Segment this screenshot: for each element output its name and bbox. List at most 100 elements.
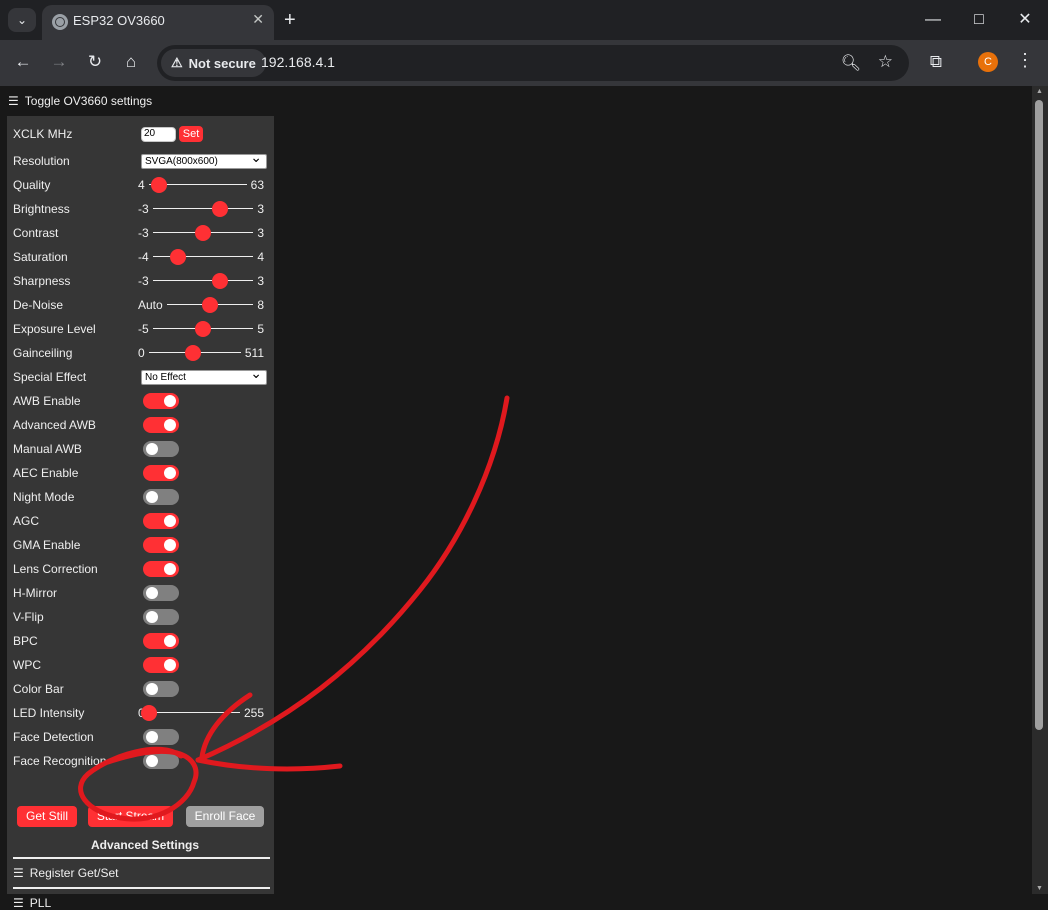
toggle-label: BPC — [13, 634, 38, 648]
toggle-switch[interactable] — [143, 561, 179, 577]
minimize-button[interactable]: — — [918, 8, 948, 32]
advanced-settings-heading: Advanced Settings — [91, 838, 200, 852]
toggle-label: AGC — [13, 514, 40, 528]
gainceiling-slider[interactable]: 0 511 — [138, 341, 264, 365]
brightness-thumb[interactable] — [211, 201, 228, 217]
toggle-switch[interactable] — [143, 393, 179, 409]
reload-icon[interactable]: ↻ — [83, 50, 107, 74]
exposure-slider[interactable]: -5 5 — [138, 317, 264, 341]
profile-avatar[interactable]: C — [978, 52, 998, 72]
page-scrollbar[interactable]: ▲ ▼ — [1032, 86, 1048, 894]
toggle-switch[interactable] — [143, 657, 179, 673]
home-icon[interactable]: ⌂ — [119, 50, 143, 74]
face-detection-label: Face Detection — [13, 730, 94, 744]
maximize-button[interactable]: □ — [964, 8, 994, 32]
menu-icon: ☰ — [8, 94, 19, 108]
resolution-select[interactable]: SVGA(800x600) — [141, 151, 267, 169]
toggle-label: Night Mode — [13, 490, 75, 504]
enroll-face-button[interactable]: Enroll Face — [186, 806, 264, 827]
security-chip[interactable]: ⚠ Not secure — [161, 49, 266, 77]
toggle-switch[interactable] — [143, 681, 179, 697]
denoise-slider[interactable]: Auto 8 — [138, 293, 264, 317]
toggle-switch[interactable] — [143, 585, 179, 601]
exposure-thumb[interactable] — [194, 321, 211, 337]
toggle-row: Lens Correction — [13, 557, 270, 581]
toggle-row: BPC — [13, 629, 270, 653]
toggle-row: Manual AWB — [13, 437, 270, 461]
toggle-switch[interactable] — [143, 633, 179, 649]
led-thumb[interactable] — [140, 705, 157, 721]
xclk-input[interactable]: 20 — [141, 126, 176, 142]
quality-thumb[interactable] — [150, 177, 167, 193]
zoom-icon[interactable]: 🔍︎ — [841, 53, 861, 73]
toggle-label: GMA Enable — [13, 538, 81, 552]
bookmark-star-icon[interactable]: ☆ — [878, 52, 893, 72]
exposure-label: Exposure Level — [13, 322, 96, 336]
toggle-row: AGC — [13, 509, 270, 533]
url-text[interactable]: 192.168.4.1 — [261, 54, 335, 70]
toggle-switch[interactable] — [143, 513, 179, 529]
scroll-thumb[interactable] — [1035, 100, 1043, 730]
denoise-thumb[interactable] — [202, 297, 218, 313]
register-get-set-link[interactable]: ☰ Register Get/Set — [13, 866, 118, 880]
gainceiling-label: Gainceiling — [13, 346, 73, 360]
set-button[interactable]: Set — [179, 126, 203, 142]
section-divider — [13, 857, 270, 859]
toggle-switch[interactable] — [143, 537, 179, 553]
scroll-up-icon[interactable]: ▲ — [1036, 88, 1043, 95]
gainceiling-max: 511 — [244, 346, 264, 360]
contrast-min: -3 — [138, 226, 149, 240]
special-effect-select[interactable]: No Effect — [141, 367, 267, 385]
saturation-slider[interactable]: -4 4 — [138, 245, 264, 269]
toggle-label: Advanced AWB — [13, 418, 96, 432]
toggle-label: Manual AWB — [13, 442, 82, 456]
start-stream-button[interactable]: Start Stream — [88, 806, 173, 827]
browser-tab[interactable]: ESP32 OV3660 ✕ — [42, 5, 274, 40]
browser-menu-icon[interactable]: ⋮ — [1016, 50, 1034, 71]
toggle-row: H-Mirror — [13, 581, 270, 605]
toggle-switch[interactable] — [143, 417, 179, 433]
face-recognition-row: Face Recognition — [13, 749, 270, 773]
led-slider[interactable]: 0 255 — [138, 701, 264, 725]
exposure-min: -5 — [138, 322, 149, 336]
special-effect-row: Special Effect No Effect — [13, 365, 270, 389]
toggle-switch[interactable] — [143, 465, 179, 481]
saturation-thumb[interactable] — [169, 249, 186, 265]
face-recognition-label: Face Recognition — [13, 754, 107, 768]
address-bar[interactable]: ⚠ Not secure 192.168.4.1 🔍︎ ☆ — [157, 45, 909, 81]
sharpness-thumb[interactable] — [211, 273, 228, 289]
back-icon[interactable]: ← — [11, 50, 35, 74]
denoise-label: De-Noise — [13, 298, 64, 312]
security-label: Not secure — [188, 55, 256, 71]
forward-icon[interactable]: → — [47, 50, 71, 74]
toggle-switch[interactable] — [143, 441, 179, 457]
contrast-slider[interactable]: -3 3 — [138, 221, 264, 245]
get-still-button[interactable]: Get Still — [17, 806, 77, 827]
close-window-button[interactable]: ✕ — [1010, 8, 1040, 32]
toggle-row: WPC — [13, 653, 270, 677]
toggle-switch[interactable] — [143, 609, 179, 625]
brightness-slider[interactable]: -3 3 — [138, 197, 264, 221]
pll-link[interactable]: ☰ PLL — [13, 896, 51, 910]
toggle-switch[interactable] — [143, 489, 179, 505]
brightness-label: Brightness — [13, 202, 70, 216]
quality-slider[interactable]: 4 63 — [138, 173, 264, 197]
new-tab-button[interactable]: + — [284, 8, 296, 32]
scroll-down-icon[interactable]: ▼ — [1036, 885, 1043, 892]
quality-min: 4 — [138, 178, 145, 192]
special-effect-label: Special Effect — [13, 370, 87, 384]
denoise-min: Auto — [138, 298, 163, 312]
face-detection-toggle[interactable] — [143, 729, 179, 745]
contrast-thumb[interactable] — [194, 225, 211, 241]
gainceiling-min: 0 — [138, 346, 145, 360]
toggle-row: Night Mode — [13, 485, 270, 509]
extensions-icon[interactable]: ⧉ — [924, 50, 948, 74]
toggle-settings-link[interactable]: ☰ Toggle OV3660 settings — [8, 94, 152, 108]
tab-search-button[interactable]: ⌄ — [8, 8, 36, 32]
sharpness-slider[interactable]: -3 3 — [138, 269, 264, 293]
close-tab-icon[interactable]: ✕ — [252, 11, 264, 28]
denoise-max: 8 — [257, 298, 264, 312]
toggle-label: Color Bar — [13, 682, 64, 696]
face-recognition-toggle[interactable] — [143, 753, 179, 769]
gainceiling-thumb[interactable] — [185, 345, 202, 361]
